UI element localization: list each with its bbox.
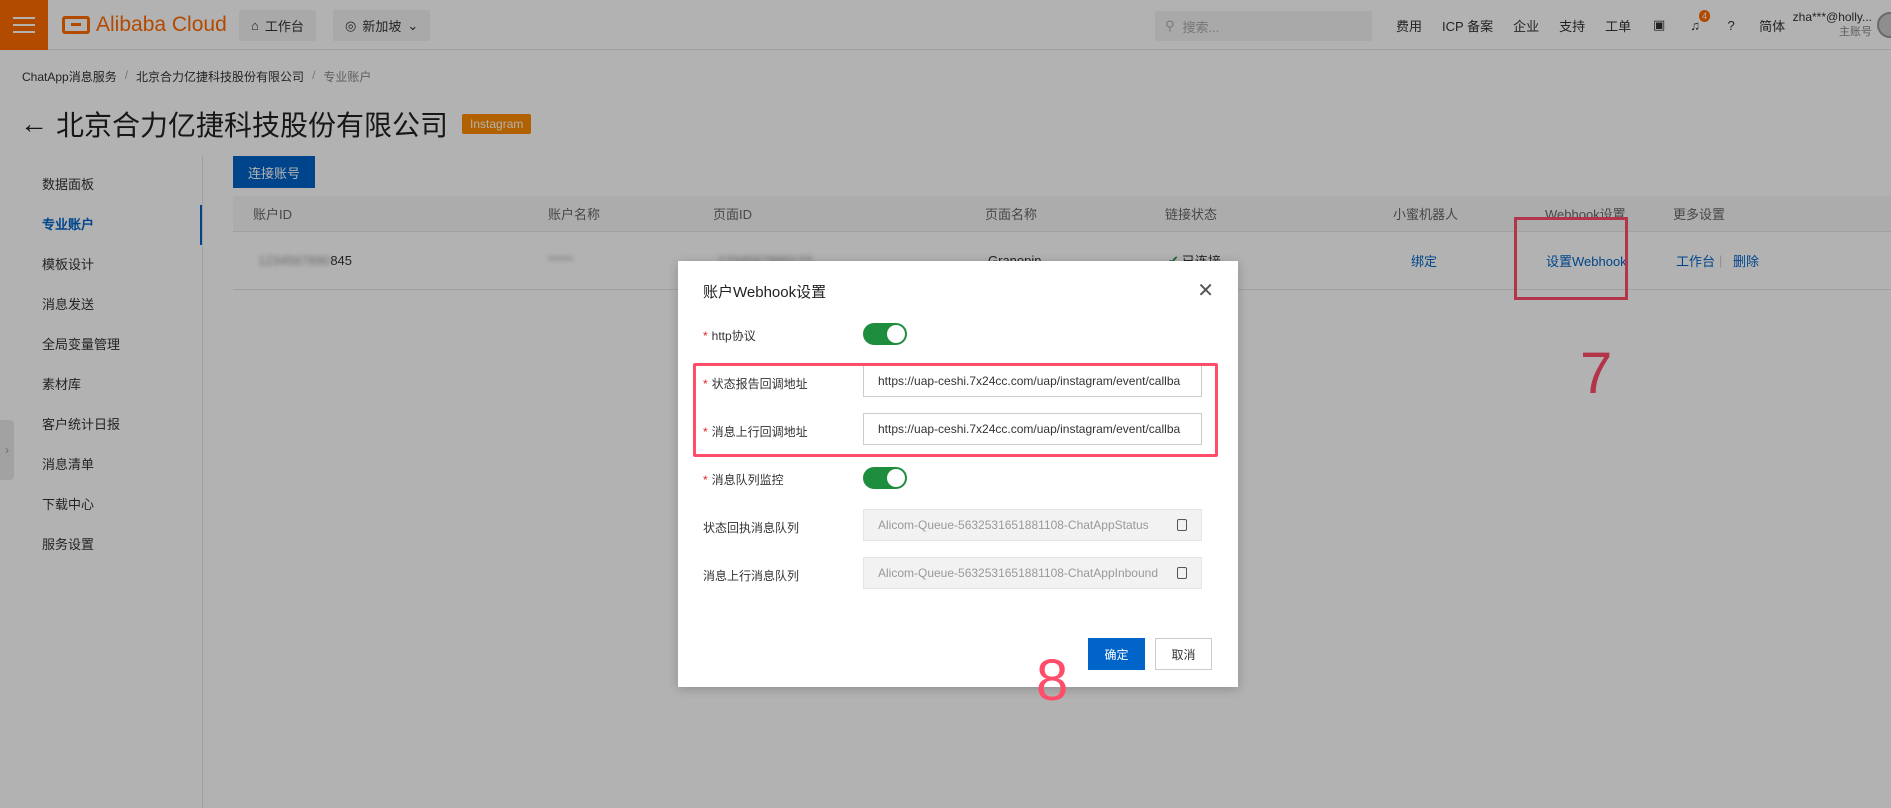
close-icon[interactable]: ✕	[1197, 281, 1214, 301]
status-queue-field: Alicom-Queue-5632531651881108-ChatAppSta…	[863, 509, 1202, 541]
webhook-settings-dialog: 账户Webhook设置 ✕ * http协议 * 状态报告回调地址 https://…	[678, 261, 1238, 687]
http-protocol-label: * http协议	[703, 329, 756, 343]
inbound-queue-label: 消息上行消息队列	[703, 569, 800, 583]
annotation-highlight-callback-fields	[693, 363, 1218, 457]
dialog-title: 账户Webhook设置	[703, 284, 827, 301]
inbound-queue-field: Alicom-Queue-5632531651881108-ChatAppInb…	[863, 557, 1202, 589]
queue-monitor-toggle[interactable]	[863, 467, 907, 489]
status-queue-label: 状态回执消息队列	[703, 521, 800, 535]
cancel-button[interactable]: 取消	[1155, 638, 1212, 670]
confirm-button[interactable]: 确定	[1088, 638, 1145, 670]
annotation-step-8: 8	[1036, 648, 1069, 713]
copy-icon[interactable]	[1177, 519, 1187, 531]
copy-icon[interactable]	[1177, 567, 1187, 579]
http-protocol-toggle[interactable]	[863, 323, 907, 345]
queue-monitor-label: * 消息队列监控	[703, 473, 784, 487]
